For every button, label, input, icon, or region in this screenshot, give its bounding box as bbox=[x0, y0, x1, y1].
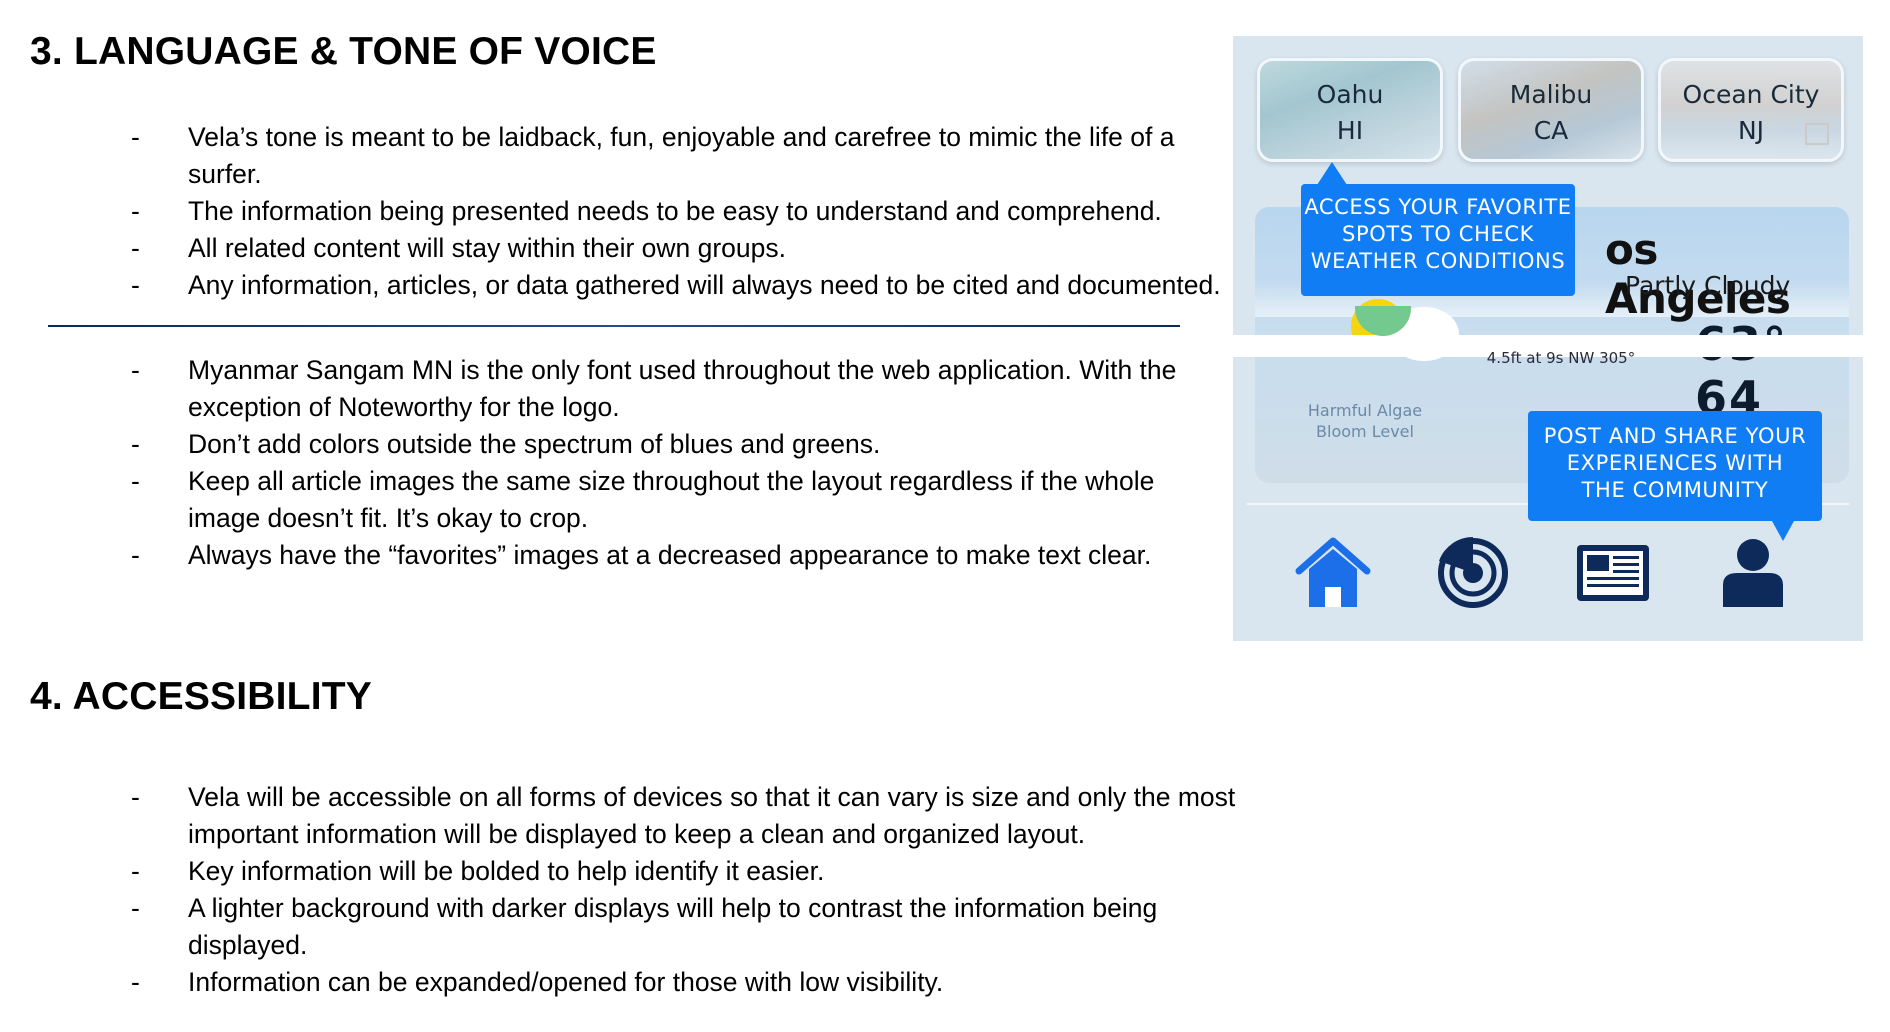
list-item-text: Key information will be bolded to help i… bbox=[188, 856, 825, 886]
list-item-text: Vela will be accessible on all forms of … bbox=[188, 782, 1236, 812]
profile-icon[interactable] bbox=[1713, 533, 1793, 613]
tooltip-line: ACCESS YOUR FAVORITE bbox=[1304, 195, 1572, 219]
temperature: 63° 64 bbox=[1695, 317, 1786, 425]
tone-list-2: - Myanmar Sangam MN is the only font used… bbox=[0, 352, 1240, 574]
swell-reading: 4.5ft at 9s NW 305° bbox=[1486, 349, 1636, 367]
list-item-text: Information can be expanded/opened for t… bbox=[188, 967, 944, 997]
list-item-text: Don’t add colors outside the spectrum of… bbox=[188, 429, 881, 459]
list-item: - All related content will stay within th… bbox=[0, 230, 1240, 267]
section-divider bbox=[48, 325, 1180, 327]
list-item: - Vela will be accessible on all forms of… bbox=[0, 779, 1240, 853]
bullet-dash: - bbox=[131, 429, 140, 459]
accessibility-list: - Vela will be accessible on all forms of… bbox=[0, 779, 1240, 1001]
app-mockup: Oahu HI Malibu CA Ocean City NJ os Angel… bbox=[1233, 36, 1863, 641]
list-item: - Always have the “favorites” images at a… bbox=[0, 537, 1240, 574]
favorite-name: Ocean City bbox=[1682, 80, 1820, 109]
list-item: - A lighter background with darker displa… bbox=[0, 890, 1240, 964]
list-item-text-cont: displayed. bbox=[188, 930, 308, 960]
list-item: - Keep all article images the same size t… bbox=[0, 463, 1240, 537]
bullet-dash: - bbox=[131, 355, 140, 385]
bullet-dash: - bbox=[131, 893, 140, 923]
bullet-dash: - bbox=[131, 466, 140, 496]
tooltip-line: THE COMMUNITY bbox=[1581, 478, 1769, 502]
section-3-heading: 3. LANGUAGE & TONE OF VOICE bbox=[30, 30, 657, 73]
tone-list-1: - Vela’s tone is meant to be laidback, fu… bbox=[0, 119, 1240, 304]
tooltip-line: SPOTS TO CHECK bbox=[1342, 222, 1534, 246]
bullet-dash: - bbox=[131, 196, 140, 226]
list-item-text-cont: exception of Noteworthy for the logo. bbox=[188, 392, 620, 422]
tooltip-community: POST AND SHARE YOUR EXPERIENCES WITH THE… bbox=[1528, 411, 1822, 541]
list-item-text: Vela’s tone is meant to be laidback, fun… bbox=[188, 122, 1175, 152]
list-item-text-cont: surfer. bbox=[188, 159, 262, 189]
radar-icon[interactable] bbox=[1433, 533, 1513, 613]
list-item: - Any information, articles, or data gath… bbox=[0, 267, 1240, 304]
list-item-text-cont: important information will be displayed … bbox=[188, 819, 1086, 849]
tooltip-line: EXPERIENCES WITH bbox=[1566, 451, 1784, 475]
section-4-heading: 4. ACCESSIBILITY bbox=[30, 675, 372, 718]
favorite-state: HI bbox=[1336, 116, 1364, 145]
list-item-text: Any information, articles, or data gathe… bbox=[188, 270, 1221, 300]
list-item: - Myanmar Sangam MN is the only font used… bbox=[0, 352, 1240, 426]
list-item-text: The information being presented needs to… bbox=[188, 196, 1162, 226]
list-item: - The information being presented needs t… bbox=[0, 193, 1240, 230]
bullet-dash: - bbox=[131, 233, 140, 263]
list-item: - Vela’s tone is meant to be laidback, fu… bbox=[0, 119, 1240, 193]
bullet-dash: - bbox=[131, 782, 140, 812]
bullet-dash: - bbox=[131, 540, 140, 570]
news-icon[interactable] bbox=[1573, 533, 1653, 613]
home-icon[interactable] bbox=[1293, 533, 1373, 613]
list-item-text: Always have the “favorites” images at a … bbox=[188, 540, 1152, 570]
favorite-name: Oahu bbox=[1316, 80, 1384, 109]
list-item-text: All related content will stay within the… bbox=[188, 233, 787, 263]
favorite-state: NJ bbox=[1737, 116, 1765, 145]
bullet-dash: - bbox=[131, 122, 140, 152]
tooltip-line: WEATHER CONDITIONS bbox=[1310, 249, 1566, 273]
bullet-dash: - bbox=[131, 967, 140, 997]
bullet-dash: - bbox=[131, 270, 140, 300]
bullet-dash: - bbox=[131, 856, 140, 886]
favorite-card-malibu[interactable]: Malibu CA bbox=[1458, 58, 1644, 162]
tooltip-favorites: ACCESS YOUR FAVORITE SPOTS TO CHECK WEAT… bbox=[1301, 162, 1575, 296]
tooltip-line: POST AND SHARE YOUR bbox=[1543, 424, 1807, 448]
list-item-text: Myanmar Sangam MN is the only font used … bbox=[188, 355, 1177, 385]
list-item: - Information can be expanded/opened for … bbox=[0, 964, 1240, 1001]
list-item: - Key information will be bolded to help … bbox=[0, 853, 1240, 890]
list-item: - Don’t add colors outside the spectrum o… bbox=[0, 426, 1240, 463]
favorite-card-oahu[interactable]: Oahu HI bbox=[1257, 58, 1443, 162]
favorite-state: CA bbox=[1533, 116, 1569, 145]
weather-condition: Partly Cloudy bbox=[1625, 271, 1791, 300]
favorite-name: Malibu bbox=[1509, 80, 1593, 109]
favorite-card-ocean-city[interactable]: Ocean City NJ bbox=[1658, 58, 1844, 162]
algae-label: Harmful Algae Bloom Level bbox=[1307, 401, 1423, 441]
list-item-text: A lighter background with darker display… bbox=[188, 893, 1158, 923]
list-item-text-cont: image doesn’t fit. It’s okay to crop. bbox=[188, 503, 589, 533]
list-item-text: Keep all article images the same size th… bbox=[188, 466, 1155, 496]
